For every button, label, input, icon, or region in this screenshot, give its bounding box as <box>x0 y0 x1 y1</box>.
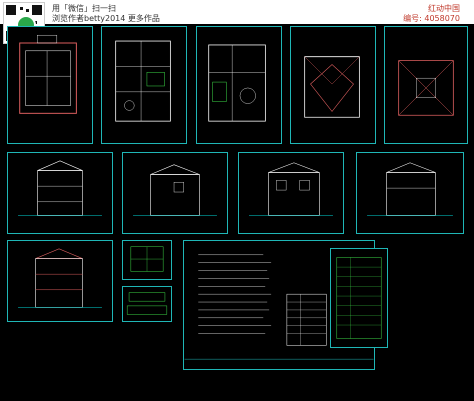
detail-drawing <box>130 246 164 272</box>
top-header: 用「微信」扫一扫 浏览作者betty2014 更多作品 红动中国 编号: 405… <box>0 0 474 44</box>
roof-plan-drawing-1 <box>304 56 360 118</box>
elevation-drawing-2 <box>133 164 217 216</box>
elevation-sheet-4[interactable] <box>356 152 464 234</box>
item-id: 编号: 4058070 <box>403 14 460 23</box>
roof-plan-drawing-2 <box>398 60 454 116</box>
floor-plan-drawing-3 <box>208 44 266 122</box>
detail-sheet[interactable] <box>122 240 172 280</box>
floor-plan-sheet-1[interactable] <box>7 26 93 144</box>
elevation-sheet-2[interactable] <box>122 152 228 234</box>
floor-plan-sheet-3[interactable] <box>196 26 282 144</box>
elevation-sheet-3[interactable] <box>238 152 344 234</box>
elevation-sheet-1[interactable] <box>7 152 113 234</box>
floor-plan-sheet-2[interactable] <box>101 26 187 144</box>
floor-plan-drawing-1 <box>19 34 77 114</box>
elevation-drawing-3 <box>249 162 333 216</box>
drawing-index-sheet[interactable] <box>330 248 388 348</box>
section-drawing <box>18 248 102 308</box>
section-sheet[interactable] <box>7 240 113 322</box>
roof-plan-sheet-2[interactable] <box>384 26 468 144</box>
floor-plan-drawing-2 <box>115 40 171 122</box>
elevation-drawing-4 <box>367 162 453 216</box>
title-block-sheet[interactable] <box>122 286 172 322</box>
elevation-drawing-1 <box>18 160 102 216</box>
author-link[interactable]: 浏览作者betty2014 更多作品 <box>52 13 160 24</box>
roof-plan-sheet-1[interactable] <box>290 26 376 144</box>
title-block-drawing <box>126 292 168 315</box>
drawing-index-table <box>336 257 382 339</box>
